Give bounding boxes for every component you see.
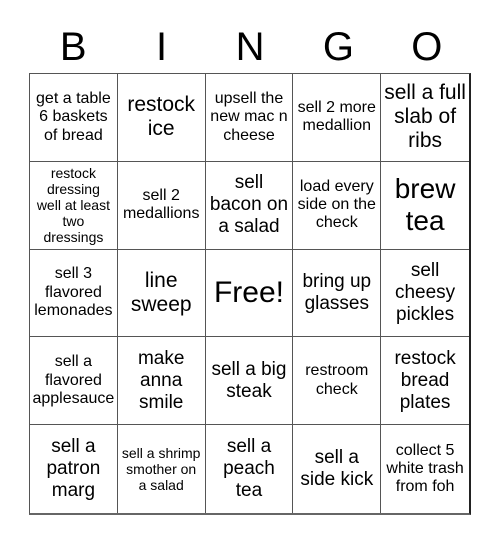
bingo-cell[interactable]: sell a shrimp smother on a salad: [118, 425, 206, 513]
bingo-cell[interactable]: line sweep: [117, 249, 206, 338]
bingo-cell[interactable]: sell 2 medallions: [117, 161, 206, 250]
bingo-grid: get a table 6 baskets of bread restock i…: [29, 73, 471, 515]
bingo-cell[interactable]: bring up glasses: [293, 249, 382, 338]
header-letter-o: O: [411, 25, 443, 69]
bingo-cell[interactable]: sell cheesy pickles: [381, 250, 469, 338]
bingo-header: B I N G O: [29, 22, 471, 72]
bingo-cell[interactable]: restock ice: [117, 74, 206, 162]
bingo-cell[interactable]: get a table 6 baskets of bread: [30, 74, 118, 162]
bingo-cell[interactable]: sell a full slab of ribs: [381, 74, 469, 162]
bingo-cell[interactable]: sell a side kick: [293, 425, 382, 513]
bingo-cell[interactable]: upsell the new mac n cheese: [205, 74, 294, 162]
bingo-cell[interactable]: sell bacon on a salad: [205, 161, 294, 250]
bingo-cell[interactable]: make anna smile: [117, 337, 206, 426]
bingo-cell[interactable]: restock dressing well at least two dress…: [30, 161, 118, 250]
bingo-cell[interactable]: restock bread plates: [381, 337, 469, 426]
bingo-cell[interactable]: load every side on the check: [293, 161, 382, 250]
header-letter-n: N: [235, 25, 265, 69]
bingo-cell[interactable]: sell a peach tea: [206, 425, 294, 513]
bingo-cell[interactable]: restroom check: [293, 337, 382, 426]
bingo-cell[interactable]: sell 3 flavored lemonades: [30, 249, 118, 338]
header-letter-i: I: [156, 25, 168, 69]
header-letter-g: G: [322, 25, 354, 69]
bingo-cell[interactable]: sell a big steak: [205, 337, 294, 426]
bingo-cell[interactable]: sell a flavored applesauce: [30, 337, 118, 426]
bingo-cell[interactable]: brew tea: [381, 162, 469, 250]
bingo-cell[interactable]: sell a patron marg: [30, 425, 118, 513]
header-letter-b: B: [59, 25, 87, 69]
bingo-cell[interactable]: sell 2 more medallion: [293, 74, 382, 162]
bingo-cell[interactable]: collect 5 white trash from foh: [381, 425, 469, 513]
free-space[interactable]: Free!: [205, 249, 294, 338]
